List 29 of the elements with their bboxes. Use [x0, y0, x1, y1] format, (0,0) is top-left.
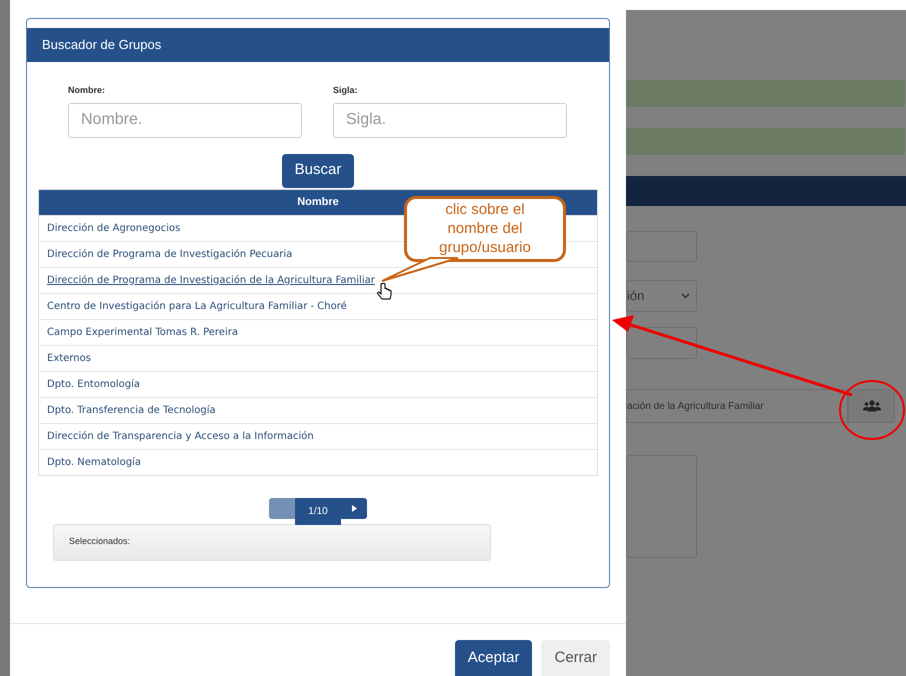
group-name-link[interactable]: Dirección de Agronegocios — [47, 220, 180, 236]
group-name-link[interactable]: Dirección de Programa de Investigación Pecuaria — [47, 246, 292, 262]
field-label: Sigla: — [333, 84, 359, 97]
chevron-down-icon — [681, 293, 690, 299]
group-name-link[interactable]: Dirección de Programa de Investigación de la Agricultura Familiar — [47, 272, 375, 288]
selected-panel: Seleccionados: — [53, 524, 491, 560]
highlight-circle — [839, 380, 905, 440]
panel-header: Buscador de Grupos — [27, 28, 609, 62]
group-name-link[interactable]: Dirección de Transparencia y Acceso a la Información — [47, 428, 314, 444]
group-name-link[interactable]: Centro de Investigación para La Agricultura Familiar - Choré — [47, 298, 347, 314]
hand-cursor-icon — [377, 282, 392, 300]
group-name-link[interactable]: Dpto. Nematología — [47, 454, 141, 470]
select-value: ión — [627, 287, 644, 306]
search-button[interactable]: Buscar — [282, 154, 354, 188]
group-field: ación de la Agricultura Familiar — [626, 389, 848, 423]
group-name-link[interactable]: Dpto. Transferencia de Tecnología — [47, 402, 216, 418]
caret-right-icon — [352, 504, 356, 512]
close-button[interactable]: Cerrar — [541, 640, 610, 676]
users-icon — [862, 400, 880, 412]
field-label: Nombre: — [68, 84, 106, 97]
input-field[interactable]: Sigla. — [333, 102, 567, 138]
group-name-link[interactable]: Dpto. Entomología — [47, 376, 140, 392]
page-indicator: 1/10 — [295, 498, 341, 524]
group-name-link[interactable]: Externos — [47, 350, 91, 366]
input-field[interactable]: Nombre. — [68, 102, 302, 138]
next-page-button[interactable] — [341, 498, 367, 518]
group-picker-button[interactable] — [848, 389, 895, 423]
accept-button[interactable]: Aceptar — [454, 640, 532, 676]
group-name-link[interactable]: Campo Experimental Tomas R. Pereira — [47, 324, 238, 340]
